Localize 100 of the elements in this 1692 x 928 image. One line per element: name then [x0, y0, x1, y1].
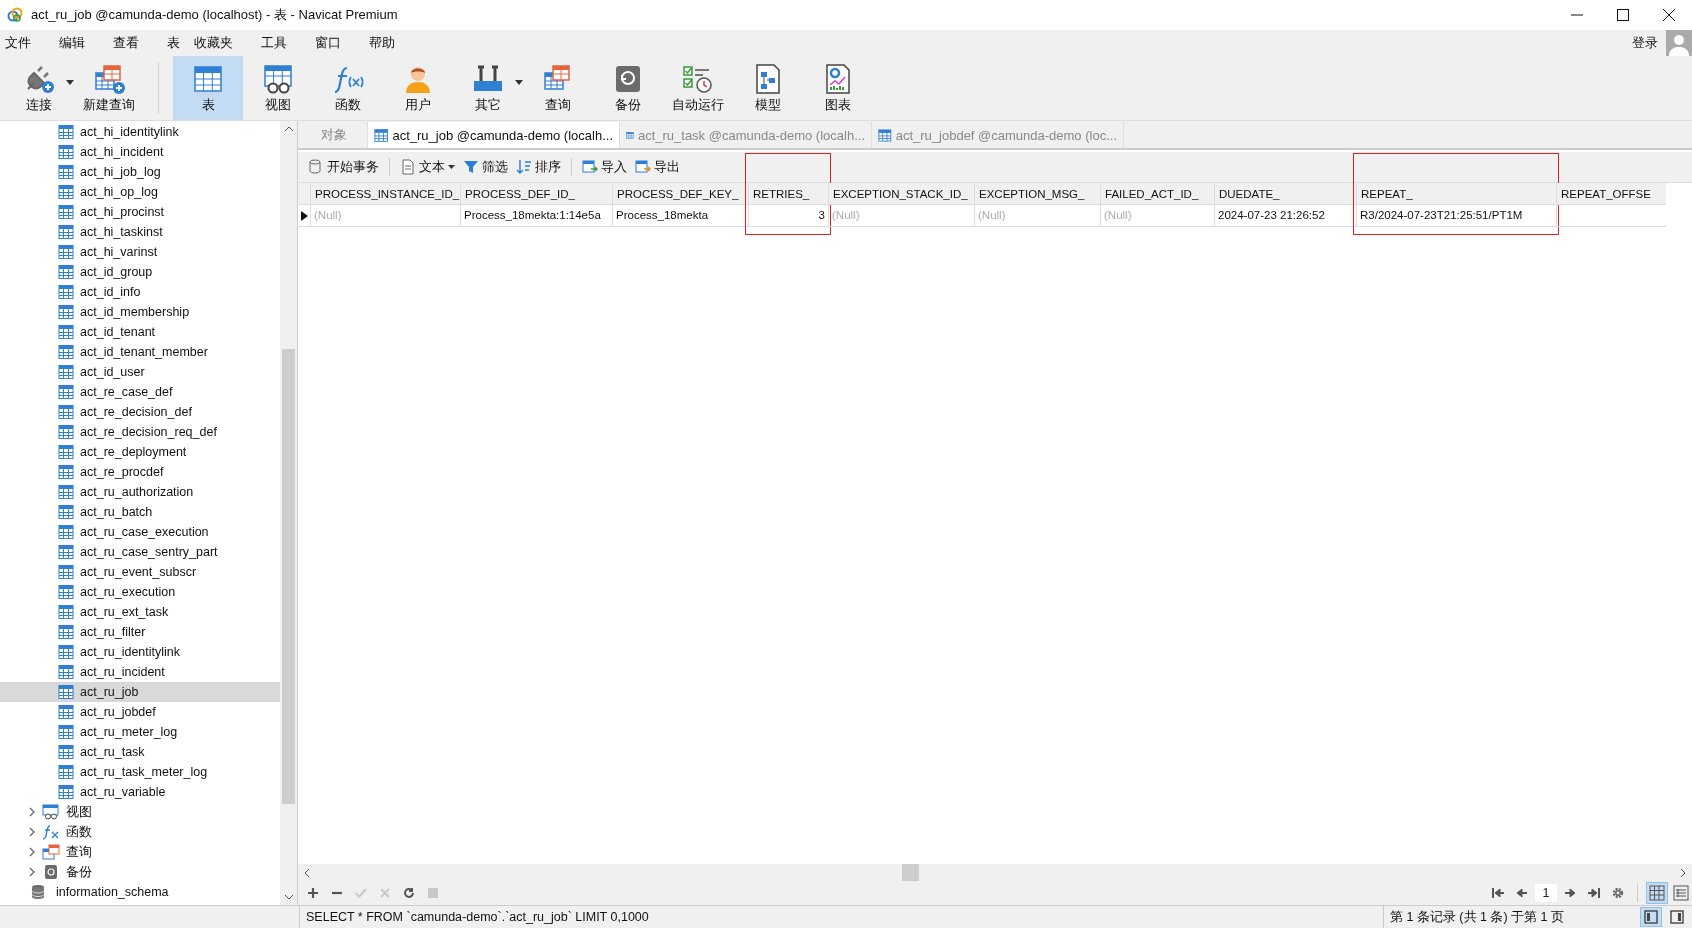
table-tree-item[interactable]: act_id_user — [0, 362, 280, 382]
table-tree-item[interactable]: act_ru_meter_log — [0, 722, 280, 742]
table-icon — [374, 127, 389, 143]
dropdown-caret-icon[interactable] — [448, 165, 455, 169]
toolbar-button[interactable]: 视图 — [243, 56, 313, 120]
table-tree-item[interactable]: act_re_deployment — [0, 442, 280, 462]
table-tree-item[interactable]: act_hi_taskinst — [0, 222, 280, 242]
chevron-right-icon[interactable] — [28, 807, 36, 817]
menu-item[interactable]: 帮助 — [364, 34, 404, 52]
table-tree-item[interactable]: act_id_membership — [0, 302, 280, 322]
table-tree-item[interactable]: act_hi_procinst — [0, 202, 280, 222]
column-header[interactable]: REPEAT_ — [1356, 183, 1556, 205]
table-tree-item[interactable]: act_id_group — [0, 262, 280, 282]
column-header[interactable]: PROCESS_DEF_KEY_ — [612, 183, 748, 205]
column-header[interactable]: PROCESS_DEF_ID_ — [460, 183, 612, 205]
toolbar-button[interactable]: 查询 — [523, 56, 593, 120]
table-tree-item[interactable]: act_re_procdef — [0, 462, 280, 482]
table-tree-item[interactable]: act_id_tenant — [0, 322, 280, 342]
table-tree-item[interactable]: act_ru_batch — [0, 502, 280, 522]
menu-item[interactable]: 窗口 — [310, 34, 350, 52]
close-icon — [1663, 9, 1675, 21]
table-toolbar-button[interactable]: 导出 — [631, 158, 684, 176]
menu-item[interactable]: 查看 — [108, 34, 148, 52]
tree-group-item[interactable]: 备份 — [0, 862, 280, 882]
column-header[interactable]: RETRIES_ — [748, 183, 828, 205]
table-tree-item[interactable]: act_ru_filter — [0, 622, 280, 642]
table-tree-item[interactable]: act_ru_job — [0, 682, 280, 702]
tree-group-item[interactable]: 函数 — [0, 822, 280, 842]
toolbar-button[interactable]: 函数 — [313, 56, 383, 120]
toolbar-button[interactable]: 模型 — [733, 56, 803, 120]
table-icon — [58, 124, 74, 140]
table-tree-item[interactable]: act_id_tenant_member — [0, 342, 280, 362]
menu-item[interactable]: 文件 — [0, 34, 40, 52]
table-tree-item[interactable]: act_id_info — [0, 282, 280, 302]
chevron-right-icon[interactable] — [28, 827, 36, 837]
table-tree-item[interactable]: act_hi_identitylink — [0, 122, 280, 142]
table-tree-item[interactable]: act_ru_identitylink — [0, 642, 280, 662]
table-tree-item[interactable]: act_ru_execution — [0, 582, 280, 602]
chevron-right-icon[interactable] — [28, 867, 36, 877]
table-tree-item[interactable]: act_re_decision_def — [0, 402, 280, 422]
horizontal-scrollbar[interactable] — [298, 864, 1692, 881]
login-link[interactable]: 登录 — [1632, 34, 1658, 52]
menu-item[interactable]: 工具 — [256, 34, 296, 52]
table-tree-item[interactable]: act_ru_ext_task — [0, 602, 280, 622]
scroll-right-icon[interactable] — [1680, 867, 1686, 878]
toolbar-button[interactable]: 备份 — [593, 56, 663, 120]
tree-group-item[interactable]: 视图 — [0, 802, 280, 822]
table-toolbar-button[interactable]: 筛选 — [459, 158, 512, 176]
table-tree-item[interactable]: act_ru_case_execution — [0, 522, 280, 542]
toolbar-button[interactable]: 图表 — [803, 56, 873, 120]
tab[interactable]: act_ru_job @camunda-demo (localh... — [368, 122, 620, 148]
menu-item[interactable]: 编辑 — [54, 34, 94, 52]
scroll-down-icon[interactable] — [283, 894, 294, 900]
scrollbar[interactable] — [280, 121, 297, 905]
dropdown-caret-icon[interactable] — [515, 80, 523, 85]
dropdown-caret-icon[interactable] — [66, 80, 74, 85]
toolbar-button[interactable]: 新建查询 — [74, 56, 144, 120]
grid-view-button[interactable] — [1646, 882, 1668, 904]
column-header[interactable]: EXCEPTION_MSG_ — [974, 183, 1100, 205]
table-tree-item[interactable]: act_ru_jobdef — [0, 702, 280, 722]
scroll-left-icon[interactable] — [304, 867, 310, 878]
page-number-field[interactable]: 1 — [1535, 884, 1557, 902]
table-toolbar-button[interactable]: 开始事务 — [304, 158, 383, 176]
table-tree-item[interactable]: act_hi_varinst — [0, 242, 280, 262]
toolbar-button[interactable]: 表 — [173, 56, 243, 120]
table-tree-item[interactable]: act_re_case_def — [0, 382, 280, 402]
tree-group-item[interactable]: 查询 — [0, 842, 280, 862]
table-toolbar-button[interactable]: 文本 — [396, 158, 459, 176]
table-toolbar-button[interactable]: 导入 — [578, 158, 631, 176]
toolbar-button[interactable]: 连接 — [4, 56, 74, 120]
table-toolbar-button[interactable]: 排序 — [512, 158, 565, 176]
column-header[interactable]: PROCESS_INSTANCE_ID_ — [310, 183, 460, 205]
table-tree-item[interactable]: act_ru_case_sentry_part — [0, 542, 280, 562]
table-tree-item[interactable]: act_ru_incident — [0, 662, 280, 682]
menu-item[interactable]: 收藏夹 — [189, 34, 242, 52]
scrollbar-thumb[interactable] — [282, 349, 295, 804]
chevron-right-icon[interactable] — [28, 847, 36, 857]
scroll-up-icon[interactable] — [283, 126, 294, 132]
menu-item[interactable]: 表 — [162, 34, 189, 52]
table-tree-item[interactable]: act_ru_event_subscr — [0, 562, 280, 582]
table-tree-item[interactable]: act_ru_task — [0, 742, 280, 762]
table-tree-item[interactable]: act_re_decision_req_def — [0, 422, 280, 442]
database-tree-item[interactable]: information_schema — [0, 882, 280, 902]
form-view-button[interactable] — [1670, 882, 1692, 904]
scrollbar-thumb[interactable] — [901, 864, 919, 881]
left-panel-toggle[interactable] — [1640, 907, 1662, 927]
toolbar-button[interactable]: 自动运行 — [663, 56, 733, 120]
toolbar-button[interactable]: 用户 — [383, 56, 453, 120]
column-header[interactable]: REPEAT_OFFSE — [1556, 183, 1666, 205]
table-tree-item[interactable]: act_ru_variable — [0, 782, 280, 802]
table-tree-item[interactable]: act_hi_op_log — [0, 182, 280, 202]
column-header[interactable]: FAILED_ACT_ID_ — [1100, 183, 1214, 205]
table-tree-item[interactable]: act_hi_job_log — [0, 162, 280, 182]
column-header[interactable]: EXCEPTION_STACK_ID_ — [828, 183, 974, 205]
table-tree-item[interactable]: act_ru_authorization — [0, 482, 280, 502]
table-tree-item[interactable]: act_hi_incident — [0, 142, 280, 162]
table-tree-item[interactable]: act_ru_task_meter_log — [0, 762, 280, 782]
toolbar-button[interactable]: 其它 — [453, 56, 523, 120]
last-page-icon — [1588, 887, 1600, 899]
column-header[interactable]: DUEDATE_ — [1214, 183, 1356, 205]
